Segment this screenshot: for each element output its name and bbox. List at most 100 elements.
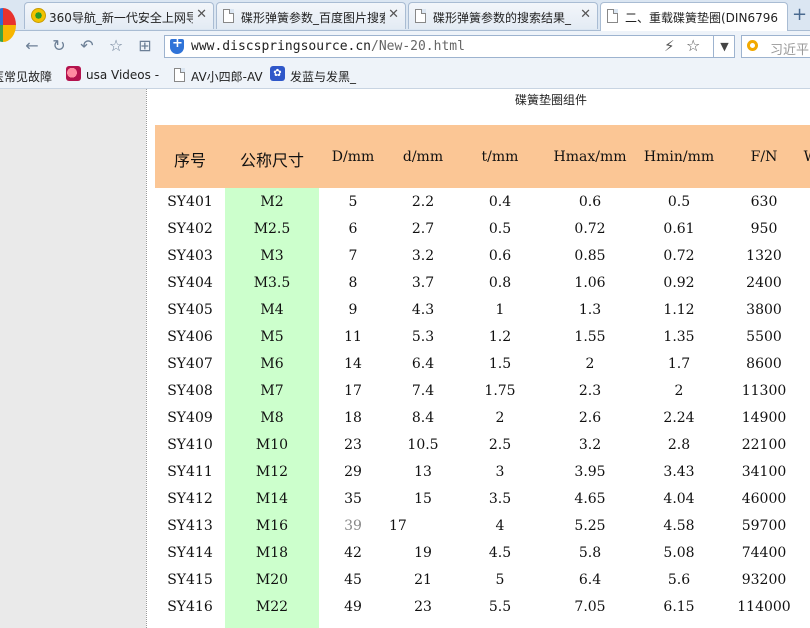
close-icon[interactable]: ✕ bbox=[580, 7, 591, 22]
header-cell: Hmin/mm bbox=[643, 149, 715, 165]
row-id-cell: SY416 bbox=[167, 599, 213, 615]
table-cell: 5.08 bbox=[663, 545, 695, 561]
search-input[interactable]: 习近平 bbox=[770, 39, 809, 58]
table-cell: 3.5 bbox=[488, 491, 512, 507]
tab-title: 碟形弹簧参数_百度图片搜索 bbox=[241, 11, 385, 25]
table-cell: 2.5 bbox=[488, 437, 512, 453]
page-icon bbox=[174, 67, 189, 82]
apps-grid-icon[interactable]: ⊞ bbox=[135, 36, 155, 56]
table-cell: 23 bbox=[344, 437, 362, 453]
tab-baidu-images[interactable]: 碟形弹簧参数_百度图片搜索 ✕ bbox=[216, 2, 406, 29]
table-cell: 1.35 bbox=[663, 329, 695, 345]
bookmarks-bar: 医常见故障 usa Videos - AV小四郎-AV ✿ 发蓝与发黑_ bbox=[0, 62, 810, 89]
refresh-icon[interactable]: ↻ bbox=[49, 36, 69, 56]
table-cell: 39 bbox=[344, 518, 362, 534]
table-cell: M20 bbox=[255, 572, 289, 588]
url-text[interactable]: www.discspringsource.cn/New-20.html bbox=[191, 39, 465, 54]
table-cell: 4 bbox=[495, 518, 505, 534]
header-cell: F/N bbox=[750, 149, 778, 165]
table-cell: 1.12 bbox=[663, 302, 695, 318]
table-cell: 7.4 bbox=[411, 383, 435, 399]
table-cell: 950 bbox=[750, 221, 778, 237]
page-left-margin bbox=[0, 89, 146, 628]
table-cell: 3.95 bbox=[574, 464, 606, 480]
table-cell: 11300 bbox=[741, 383, 787, 399]
navigation-bar: ← ↻ ↶ ☆ ⊞ www.discspringsource.cn/New-20… bbox=[0, 31, 810, 62]
table-cell: 1.5 bbox=[488, 356, 512, 372]
tab-search-results[interactable]: 碟形弹簧参数的搜索结果_ ✕ bbox=[408, 2, 598, 29]
table-cell: 1.3 bbox=[578, 302, 602, 318]
table-cell: 1.7 bbox=[667, 356, 691, 372]
table-cell: 2.7 bbox=[411, 221, 435, 237]
table-cell: 4.65 bbox=[574, 491, 606, 507]
search-engine-icon bbox=[747, 40, 758, 51]
table-cell: 42 bbox=[344, 545, 362, 561]
table-cell: 1.75 bbox=[484, 383, 516, 399]
close-icon[interactable]: ✕ bbox=[196, 7, 207, 22]
header-cell: W bbox=[804, 149, 810, 165]
page-icon bbox=[223, 8, 237, 24]
table-cell: 21 bbox=[414, 572, 432, 588]
table-cell: 10.5 bbox=[407, 437, 439, 453]
address-bar[interactable]: www.discspringsource.cn/New-20.html ⚡ ☆ … bbox=[164, 35, 735, 58]
favorites-star-icon[interactable]: ☆ bbox=[106, 36, 126, 56]
tab-din6796[interactable]: 二、重载碟簧垫圈(DIN6796 bbox=[600, 2, 788, 31]
close-icon[interactable]: ✕ bbox=[388, 7, 399, 22]
bookmark-item[interactable]: 发蓝与发黑_ bbox=[290, 68, 356, 85]
row-id-cell: SY413 bbox=[167, 518, 213, 534]
table-cell: 3 bbox=[495, 464, 505, 480]
table-cell: M4 bbox=[260, 302, 284, 318]
chevron-down-icon[interactable]: ▼ bbox=[713, 35, 735, 58]
table-cell: 2 bbox=[585, 356, 595, 372]
table-cell: 8.4 bbox=[411, 410, 435, 426]
table-cell: M7 bbox=[260, 383, 284, 399]
table-cell: M16 bbox=[255, 518, 289, 534]
table-cell: 34100 bbox=[741, 464, 787, 480]
table-cell: 29 bbox=[344, 464, 362, 480]
table-cell: 6.15 bbox=[663, 599, 695, 615]
table-cell: 7.05 bbox=[574, 599, 606, 615]
table-cell: M6 bbox=[260, 356, 284, 372]
table-cell: 8600 bbox=[746, 356, 782, 372]
header-cell: d/mm bbox=[402, 149, 444, 165]
tab-title: 二、重载碟簧垫圈(DIN6796 bbox=[625, 11, 778, 25]
row-id-cell: SY415 bbox=[167, 572, 213, 588]
table-cell: 6.4 bbox=[411, 356, 435, 372]
table-cell: 0.72 bbox=[663, 248, 695, 264]
table-cell: 17 bbox=[344, 383, 362, 399]
table-cell: 49 bbox=[344, 599, 362, 615]
row-id-cell: SY401 bbox=[167, 194, 213, 210]
bookmark-item[interactable]: AV小四郎-AV bbox=[191, 68, 263, 85]
table-cell: M5 bbox=[260, 329, 284, 345]
bookmark-item[interactable]: 医常见故障 bbox=[0, 68, 52, 85]
table-cell: 2 bbox=[495, 410, 505, 426]
undo-icon[interactable]: ↶ bbox=[77, 36, 97, 56]
row-id-cell: SY406 bbox=[167, 329, 213, 345]
header-cell: 公称尺寸 bbox=[239, 151, 304, 170]
table-cell: 3800 bbox=[746, 302, 782, 318]
search-box[interactable]: 习近平 bbox=[741, 35, 810, 58]
table-cell: 0.4 bbox=[488, 194, 512, 210]
back-icon[interactable]: ← bbox=[22, 36, 42, 56]
lightning-icon[interactable]: ⚡ bbox=[664, 37, 675, 55]
tab-360-nav[interactable]: 360导航_新一代安全上网导 ✕ bbox=[24, 2, 214, 29]
new-tab-button[interactable]: + bbox=[792, 4, 807, 25]
row-id-cell: SY412 bbox=[167, 491, 213, 507]
table-cell: 8 bbox=[348, 275, 358, 291]
table-cell: 5.5 bbox=[488, 599, 512, 615]
table-cell: 5500 bbox=[746, 329, 782, 345]
table-cell: 4.04 bbox=[663, 491, 695, 507]
table-cell: 15 bbox=[414, 491, 432, 507]
bookmark-star-icon[interactable]: ☆ bbox=[686, 36, 700, 55]
url-domain: www.discspringsource.cn bbox=[191, 39, 372, 54]
security-shield-icon bbox=[170, 36, 184, 54]
row-id-cell: SY404 bbox=[167, 275, 213, 291]
table-cell: 11 bbox=[344, 329, 362, 345]
table-cell: 5 bbox=[348, 194, 358, 210]
table-cell: 4.58 bbox=[663, 518, 695, 534]
table-cell: 59700 bbox=[741, 518, 787, 534]
bookmark-item[interactable]: usa Videos - bbox=[86, 68, 159, 82]
row-id-cell: SY403 bbox=[167, 248, 213, 264]
row-id-cell: SY402 bbox=[167, 221, 213, 237]
table-cell: 1.06 bbox=[574, 275, 606, 291]
